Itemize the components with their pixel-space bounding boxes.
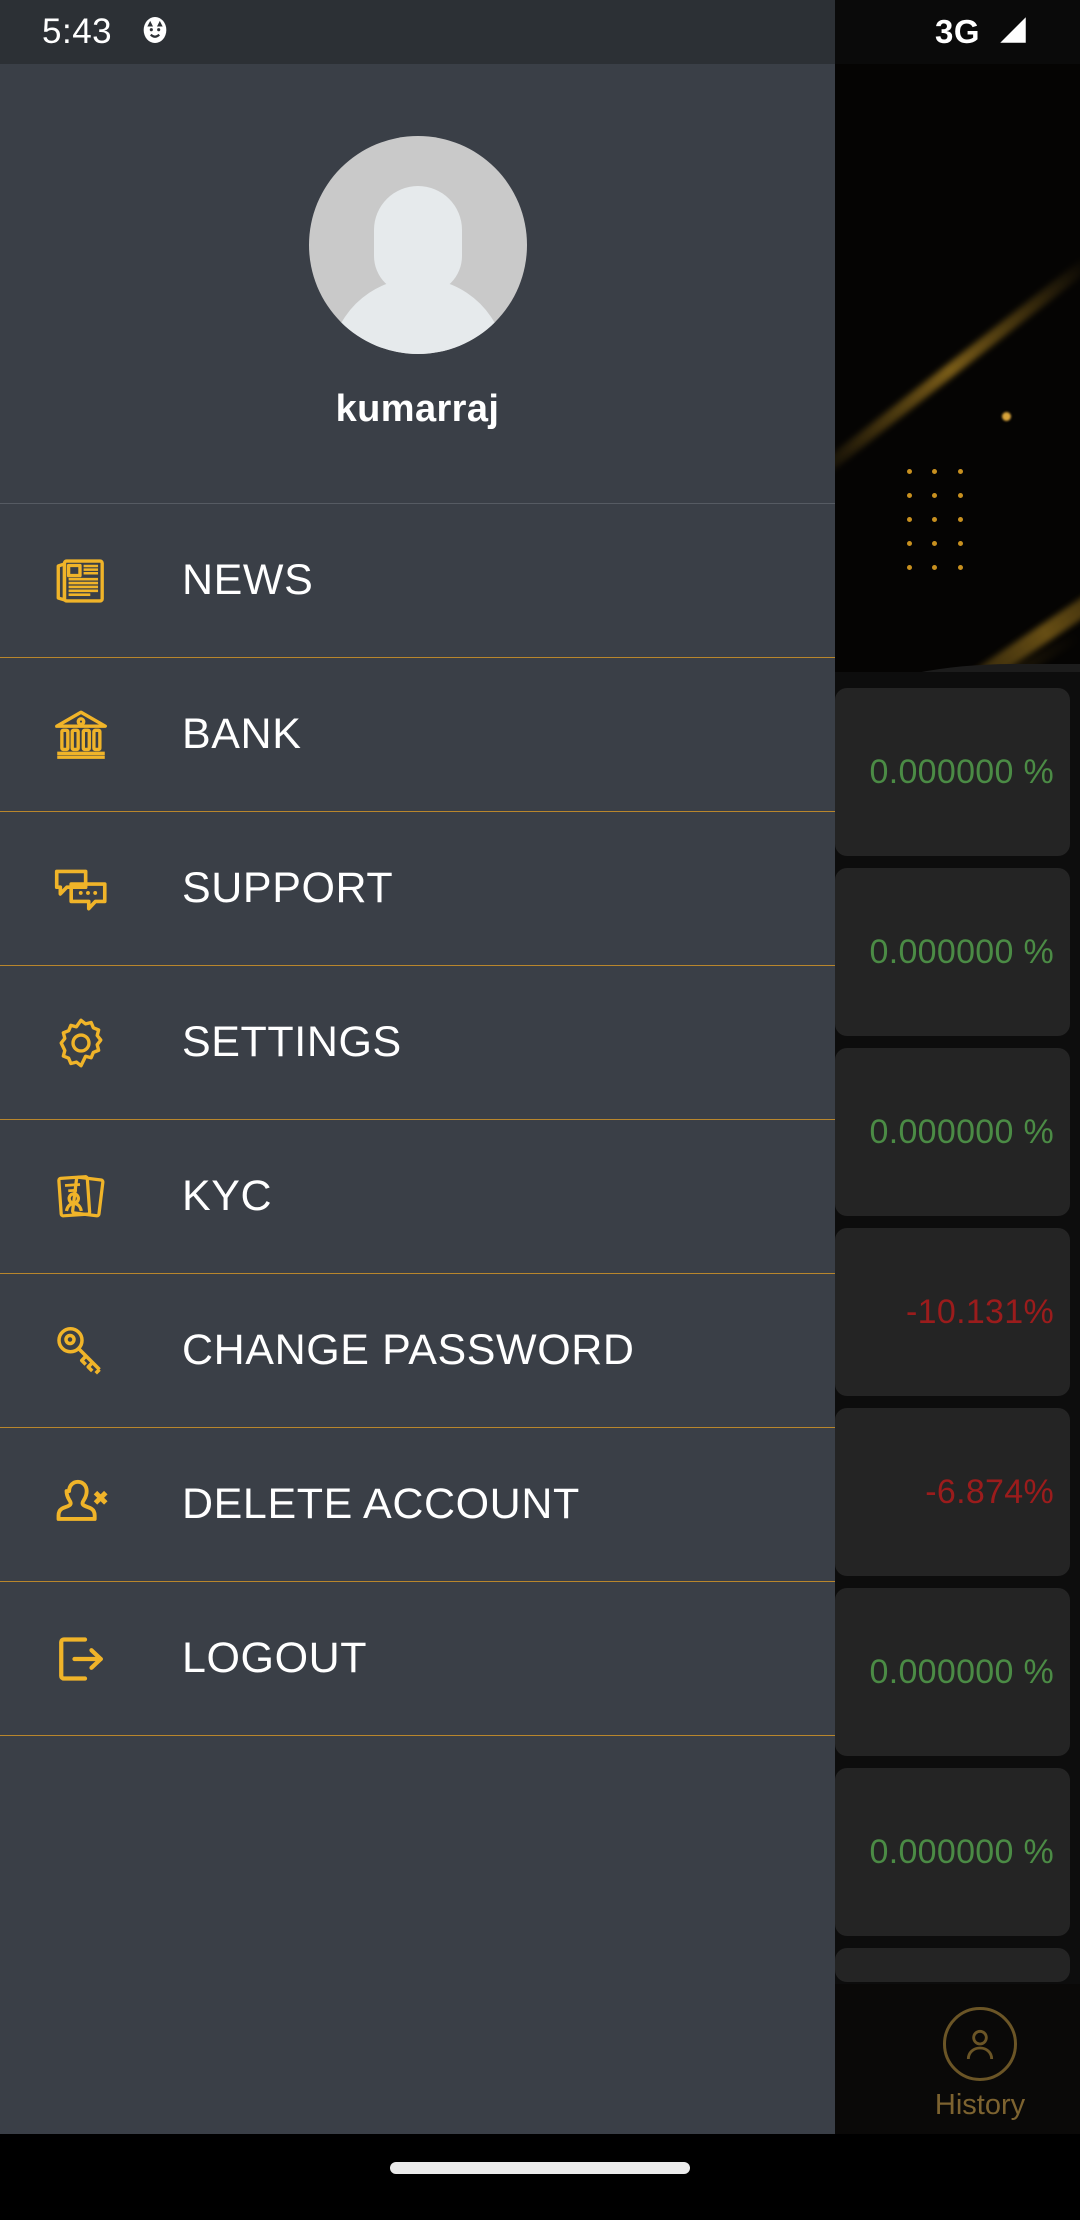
bank-icon xyxy=(38,704,124,766)
rate-card[interactable]: 0.000000 % xyxy=(835,688,1070,856)
signal-bars-icon xyxy=(994,13,1032,52)
rate-change-value: 0.000000 % xyxy=(869,932,1054,971)
decorative-streak xyxy=(804,254,1080,487)
status-bar-right: 3G xyxy=(835,0,1080,64)
gesture-navigation-bar xyxy=(0,2134,1080,2220)
status-bar-clock: 5:43 xyxy=(42,12,113,51)
menu-item-kyc[interactable]: KYC xyxy=(0,1120,835,1274)
menu-item-news-label: NEWS xyxy=(182,556,314,604)
id-card-icon xyxy=(38,1167,124,1227)
phone-screen: 0.000000 % 0.000000 % 0.000000 % -10.131% -6… xyxy=(0,0,1080,2220)
rate-change-value: 0.000000 % xyxy=(869,1112,1054,1151)
rate-change-value: 0.000000 % xyxy=(869,1652,1054,1691)
drawer-menu: NEWS BANK SUPPORT SETTINGS KYC CHANGE PA… xyxy=(0,504,835,2134)
status-bar: 5:43 3G xyxy=(0,0,1080,64)
gear-icon xyxy=(38,1014,124,1072)
rate-change-value: -10.131% xyxy=(906,1292,1054,1331)
default-user-avatar[interactable] xyxy=(308,136,527,354)
drawer-header: kumarraj xyxy=(0,64,835,504)
tab-history[interactable]: History xyxy=(880,1998,1080,2130)
navigation-drawer: kumarraj NEWS BANK SUPPORT SETTINGS KYC … xyxy=(0,64,835,2134)
menu-item-change-password-label: CHANGE PASSWORD xyxy=(182,1326,635,1374)
rate-card[interactable]: 0.000000 % xyxy=(835,1588,1070,1756)
menu-item-logout-label: LOGOUT xyxy=(182,1634,368,1682)
menu-item-change-password[interactable]: CHANGE PASSWORD xyxy=(0,1274,835,1428)
rate-change-value: -6.874% xyxy=(925,1472,1054,1511)
username-label: kumarraj xyxy=(335,388,500,430)
rate-card[interactable]: 0.000000 % xyxy=(835,1048,1070,1216)
rate-change-value: 0.000000 % xyxy=(869,752,1054,791)
menu-item-bank[interactable]: BANK xyxy=(0,658,835,812)
rate-card[interactable] xyxy=(835,1948,1070,1982)
menu-item-news[interactable]: NEWS xyxy=(0,504,835,658)
status-bar-left: 5:43 xyxy=(0,0,835,64)
menu-item-settings-label: SETTINGS xyxy=(182,1018,402,1066)
menu-item-delete-account[interactable]: DELETE ACCOUNT xyxy=(0,1428,835,1582)
menu-item-settings[interactable]: SETTINGS xyxy=(0,966,835,1120)
rate-card[interactable]: 0.000000 % xyxy=(835,868,1070,1036)
decorative-spark xyxy=(1002,412,1011,421)
menu-item-support[interactable]: SUPPORT xyxy=(0,812,835,966)
user-circle-icon xyxy=(943,2006,1017,2081)
newspaper-icon xyxy=(38,550,124,612)
menu-item-support-label: SUPPORT xyxy=(182,864,394,912)
menu-item-kyc-label: KYC xyxy=(182,1172,273,1220)
chat-bubbles-icon xyxy=(38,858,124,920)
decorative-dot-grid xyxy=(897,459,973,579)
home-indicator[interactable] xyxy=(390,2162,690,2174)
rate-change-value: 0.000000 % xyxy=(869,1832,1054,1871)
network-type-label: 3G xyxy=(934,13,980,50)
rate-card[interactable]: -6.874% xyxy=(835,1408,1070,1576)
menu-item-logout[interactable]: LOGOUT xyxy=(0,1582,835,1736)
rate-card[interactable]: 0.000000 % xyxy=(835,1768,1070,1936)
menu-item-delete-account-label: DELETE ACCOUNT xyxy=(182,1480,580,1528)
user-remove-icon xyxy=(38,1474,124,1536)
app-notification-icon xyxy=(138,13,172,52)
key-icon xyxy=(38,1321,124,1381)
logout-arrow-icon xyxy=(38,1629,124,1689)
menu-item-bank-label: BANK xyxy=(182,710,302,758)
tab-history-label: History xyxy=(934,2088,1026,2121)
rate-card[interactable]: -10.131% xyxy=(835,1228,1070,1396)
